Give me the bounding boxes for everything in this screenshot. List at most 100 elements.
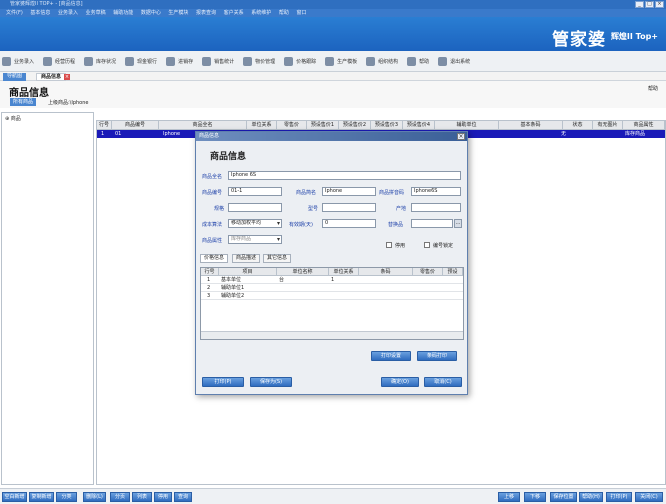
save-as-button[interactable]: 保存为(S) [250,377,292,387]
col-header[interactable]: 预设 [443,268,463,276]
tab-other-info[interactable]: 其它信息 [263,254,292,263]
col-header[interactable]: 单位关系 [247,121,277,130]
close-tab-icon[interactable]: × [64,74,70,80]
toolbar-price-mgmt[interactable]: 物价管理 [243,56,275,66]
save-position-button[interactable]: 保存位置 [550,492,577,502]
menu-reports[interactable]: 报表查询 [196,10,216,16]
shelf-life-label: 有效期(天) [289,222,313,228]
origin-input[interactable] [411,203,461,212]
print-settings-button[interactable]: 打印设置 [371,351,411,361]
spec-input[interactable] [228,203,282,212]
toolbar-price-track[interactable]: 价格跟踪 [284,56,316,66]
row-num: 1 [207,277,211,283]
toolbar-help[interactable]: 帮助 [407,56,429,66]
minimize-button[interactable]: _ [635,1,644,8]
menu-crm[interactable]: 客户关系 [224,10,244,16]
query-button[interactable]: 查询 [174,492,192,502]
col-header[interactable]: 商品全名 [159,121,247,130]
tab-navigation[interactable]: 导航图 [3,73,27,81]
attr-select[interactable]: 库存商品 [228,235,282,244]
tab-description[interactable]: 商品描述 [232,254,261,263]
blank-new-button[interactable]: 空白新增 [2,492,27,502]
col-header[interactable]: 条码 [359,268,413,276]
col-header[interactable]: 行号 [97,121,112,130]
col-header[interactable]: 辅助单位 [435,121,499,130]
tab-product-info[interactable]: 商品信息 [36,73,67,81]
close-button[interactable]: 关闭(C) [635,492,663,502]
menu-system[interactable]: 系统维护 [251,10,271,16]
search-icon[interactable]: … [454,219,462,228]
toolbar-business-history[interactable]: 经营历程 [43,56,75,66]
col-header[interactable]: 预设售价3 [371,121,403,130]
table-row[interactable]: 2 辅助单位1 [201,284,463,292]
all-products-button[interactable]: 所有商品 [10,98,37,106]
cost-method-select[interactable]: 移动加权平均 [228,219,282,228]
ok-button[interactable]: 确定(O) [381,377,419,387]
toolbar-cash-bank[interactable]: 现金银行 [125,56,157,66]
disabled-checkbox[interactable] [386,242,392,248]
col-header[interactable]: 预设售价4 [403,121,435,130]
short-name-input[interactable]: Iphone [322,187,376,196]
copy-new-button[interactable]: 复制新增 [29,492,54,502]
toolbar-sales-stats[interactable]: 销售统计 [202,56,234,66]
code-input[interactable]: 01-1 [228,187,282,196]
menu-aux-functions[interactable]: 辅助功能 [113,10,133,16]
toolbar-inventory[interactable]: 进销存 [166,56,193,66]
toolbar-exit[interactable]: 退出系统 [438,56,470,66]
col-header[interactable]: 单位关系 [329,268,359,276]
dialog-close-icon[interactable]: × [457,133,465,140]
col-header[interactable]: 预设售价2 [339,121,371,130]
col-header[interactable]: 单位名称 [277,268,329,276]
menu-help[interactable]: 帮助 [279,10,289,16]
tab-price-info[interactable]: 价格信息 [200,254,229,263]
dialog-titlebar[interactable]: 商品信息 [196,132,467,141]
toolbar-business-entry[interactable]: 业务录入 [2,56,34,66]
toolbar-org[interactable]: 组织结构 [366,56,398,66]
close-window-button[interactable]: × [655,1,664,8]
help-button[interactable]: 帮助(H) [579,492,603,502]
menu-file[interactable]: 文件(F) [6,10,23,16]
disable-button[interactable]: 停用 [154,492,172,502]
menu-business-entry[interactable]: 业务录入 [58,10,78,16]
col-header[interactable]: 行号 [201,268,219,276]
delete-button[interactable]: 删除(L) [83,492,106,502]
menu-production[interactable]: 生产模块 [168,10,188,16]
horizontal-scrollbar[interactable] [201,331,463,339]
cancel-button[interactable]: 取消(C) [424,377,462,387]
toolbar-production[interactable]: 生产模板 [325,56,357,66]
category-button[interactable]: 分类 [56,492,77,502]
table-row[interactable]: 1 基本单位 台 1 [201,276,463,284]
print-button[interactable]: 打印(P) [202,377,244,387]
lock-code-checkbox[interactable] [424,242,430,248]
menu-business-draft[interactable]: 业务草稿 [86,10,106,16]
move-down-button[interactable]: 下移 [524,492,546,502]
product-info-dialog: 商品信息 × 商品信息 商品全名 Iphone 6S 商品编号 01-1 商品简… [195,131,468,395]
move-up-button[interactable]: 上移 [498,492,520,502]
menu-window[interactable]: 窗口 [296,10,306,16]
maximize-button[interactable]: □ [645,1,654,8]
col-header[interactable]: 零售价 [277,121,307,130]
table-row[interactable]: 3 辅助单位2 [201,292,463,300]
col-header[interactable]: 商品属性 [623,121,665,130]
col-header[interactable]: 零售价 [413,268,443,276]
col-header[interactable]: 基本条码 [499,121,563,130]
toolbar-stock-status[interactable]: 库存状况 [84,56,116,66]
tree-root-item[interactable]: ⊕ 商品 [5,115,21,122]
full-name-input[interactable]: Iphone 6S [228,171,461,180]
model-input[interactable] [322,203,376,212]
print-list-button[interactable]: 打印(P) [606,492,632,502]
col-header[interactable]: 状态 [563,121,593,130]
shelf-life-input[interactable]: 0 [322,219,376,228]
menu-data-center[interactable]: 数据中心 [141,10,161,16]
col-header[interactable]: 预设售价1 [307,121,339,130]
paging-button[interactable]: 分页 [110,492,130,502]
help-link[interactable]: 帮助 [648,85,658,92]
col-header[interactable]: 项目 [219,268,277,276]
col-header[interactable]: 商品编号 [112,121,159,130]
menu-basic-info[interactable]: 基本信息 [30,10,50,16]
substitute-input[interactable] [411,219,453,228]
list-button[interactable]: 列表 [132,492,152,502]
pinyin-input[interactable]: Iphone6S [411,187,461,196]
col-header[interactable]: 有无图片 [593,121,623,130]
barcode-print-button[interactable]: 条码打印 [417,351,457,361]
